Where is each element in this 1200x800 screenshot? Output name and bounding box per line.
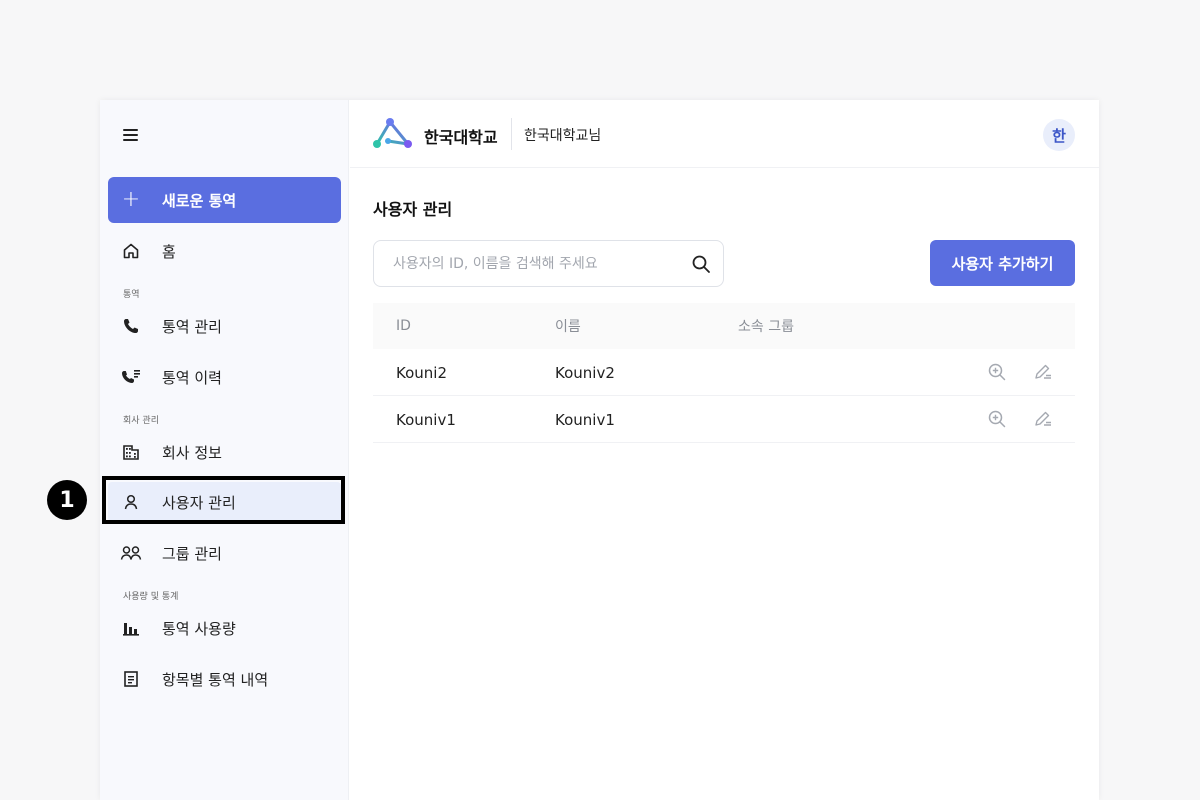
menu-icon[interactable] [120,124,142,146]
avatar[interactable]: 한 [1043,119,1075,151]
column-header-name: 이름 [555,319,581,335]
search-box [373,240,724,287]
cell-name: Kouniv1 [555,411,615,429]
section-label-company: 회사 관리 [123,416,159,426]
sidebar-item-usage[interactable]: 통역 사용량 [108,608,341,648]
page-title: 사용자 관리 [373,200,453,219]
edit-icon[interactable] [1033,362,1053,382]
logo-icon [372,116,414,152]
cell-id: Kouniv1 [396,411,456,429]
sidebar-item-call-history[interactable]: 통역 이력 [108,357,341,397]
sidebar-item-label: 그룹 관리 [162,544,222,563]
sidebar: + 새로운 통역 홈 통역 통역 관리 통역 이력 회사 관리 회사 정보 사용… [100,100,349,800]
sidebar-item-details[interactable]: 항목별 통역 내역 [108,659,341,699]
sidebar-item-call-management[interactable]: 통역 관리 [108,306,341,346]
sidebar-item-home[interactable]: 홈 [108,231,341,271]
zoom-in-icon[interactable] [987,409,1007,429]
sidebar-item-label: 통역 사용량 [162,619,236,638]
sidebar-item-label: 통역 이력 [162,368,222,387]
search-icon[interactable] [691,254,711,274]
table-header: ID 이름 소속 그룹 [373,303,1075,349]
new-call-label: 새로운 통역 [162,191,237,210]
document-icon [108,670,154,688]
sidebar-item-company-info[interactable]: 회사 정보 [108,432,341,472]
org-name: 한국대학교 [424,128,498,147]
search-input[interactable] [393,255,693,272]
section-label-interpretation: 통역 [123,290,140,300]
header-divider [511,118,512,150]
phone-icon [108,317,154,335]
column-header-group: 소속 그룹 [738,319,794,335]
phone-list-icon [108,368,154,386]
bar-chart-icon [108,619,154,637]
edit-icon[interactable] [1033,409,1053,429]
column-header-id: ID [396,318,411,334]
cell-name: Kouniv2 [555,364,615,382]
home-icon [108,242,154,260]
cell-id: Kouni2 [396,364,447,382]
section-label-usage: 사용량 및 통계 [123,592,179,602]
sidebar-item-label: 사용자 관리 [162,493,236,512]
building-icon [108,443,154,461]
table-row[interactable]: Kouniv1 Kouniv1 [373,396,1075,443]
step-badge: 1 [47,480,87,520]
sidebar-item-label: 회사 정보 [162,443,222,462]
app-window: + 새로운 통역 홈 통역 통역 관리 통역 이력 회사 관리 회사 정보 사용… [100,100,1099,800]
table-row[interactable]: Kouni2 Kouniv2 [373,349,1075,396]
sidebar-item-label: 항목별 통역 내역 [162,670,269,689]
sidebar-item-label: 통역 관리 [162,317,222,336]
add-user-button[interactable]: 사용자 추가하기 [930,240,1075,286]
header: 한국대학교 한국대학교님 한 [350,100,1099,168]
user-icon [108,493,154,511]
user-name: 한국대학교님 [524,128,602,144]
zoom-in-icon[interactable] [987,362,1007,382]
group-icon [108,544,154,562]
main-content: 한국대학교 한국대학교님 한 사용자 관리 사용자 추가하기 ID 이름 소속 … [350,100,1099,800]
plus-icon: + [121,187,141,212]
sidebar-item-label: 홈 [162,242,176,261]
sidebar-item-group-management[interactable]: 그룹 관리 [108,533,341,573]
new-call-button[interactable]: + 새로운 통역 [108,177,341,223]
sidebar-item-user-management[interactable]: 사용자 관리 [108,482,341,522]
user-table: ID 이름 소속 그룹 Kouni2 Kouniv2 Kouniv1 Kouni… [373,303,1075,443]
